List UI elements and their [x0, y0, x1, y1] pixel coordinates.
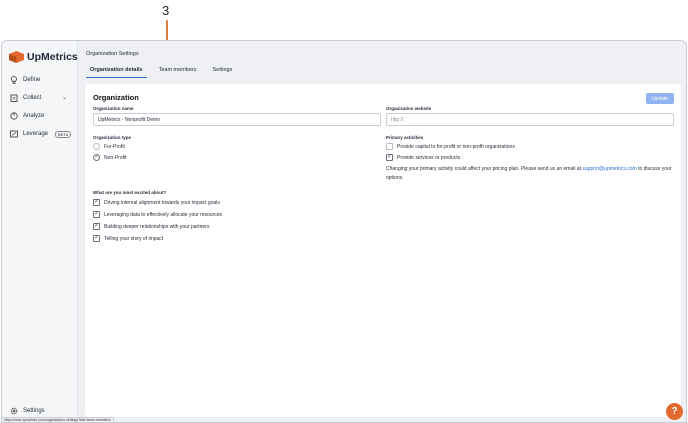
option-label: Provide services or products	[397, 154, 461, 161]
page-title: Organization Settings	[86, 51, 139, 57]
for-profit-option[interactable]: For-Profit	[93, 143, 125, 150]
checkbox-checked[interactable]: ✓	[93, 211, 100, 218]
activity-services-option[interactable]: ✓ Provide services or products	[386, 154, 460, 161]
gear-icon	[10, 407, 18, 415]
activity-capital-option[interactable]: Provide capital to for-profit or non-pro…	[386, 143, 515, 150]
help-button[interactable]: ?	[666, 403, 683, 420]
support-email-link[interactable]: support@upmetrics.com	[582, 166, 636, 172]
sidebar-item-define[interactable]: Define	[10, 76, 40, 84]
main-content: Organization Settings Organization detai…	[79, 41, 686, 422]
option-label: Telling your story of impact	[104, 235, 164, 242]
checkbox-checked[interactable]: ✓	[93, 199, 100, 206]
tab-bar: Organization details Team members Settin…	[86, 67, 244, 78]
checkbox-checked[interactable]: ✓	[386, 154, 393, 161]
tab-team-members[interactable]: Team members	[155, 67, 201, 78]
note-text: Changing your primary activity could aff…	[386, 166, 582, 172]
organization-card: Organization Update Organization name Up…	[85, 84, 681, 417]
checkbox-checked[interactable]: ✓	[93, 235, 100, 242]
update-button[interactable]: Update	[646, 93, 674, 104]
tab-settings[interactable]: Settings	[208, 67, 236, 78]
excited-option[interactable]: ✓ Leveraging data to effectively allocat…	[93, 211, 222, 218]
org-type-label: Organization type	[93, 135, 132, 140]
sidebar-item-collect[interactable]: Collect	[10, 94, 41, 102]
excited-option[interactable]: ✓ Telling your story of impact	[93, 235, 163, 242]
analyze-icon	[10, 112, 18, 120]
org-name-label: Organization name	[93, 106, 134, 111]
org-website-label: Organization website	[386, 106, 432, 111]
step-number-annotation: 3	[162, 3, 170, 18]
pricing-note: Changing your primary activity could aff…	[386, 165, 676, 183]
excited-option[interactable]: ✓ Building deeper relationships with you…	[93, 223, 209, 230]
sidebar-item-analyze[interactable]: Analyze	[10, 112, 44, 120]
sidebar-item-label: Analyze	[23, 113, 45, 119]
logo-text: UpMetrics	[27, 51, 78, 63]
option-label: Non-Profit	[104, 154, 127, 161]
radio-checked[interactable]: ✓	[93, 154, 100, 161]
org-website-input[interactable]: http://	[386, 113, 674, 126]
upmetrics-logo-icon	[9, 51, 24, 63]
sidebar-item-label: Collect	[23, 95, 42, 101]
tab-organization-details[interactable]: Organization details	[86, 67, 147, 78]
lightbulb-icon	[11, 76, 17, 84]
clipboard-icon	[10, 94, 18, 102]
sidebar-item-label: Settings	[23, 408, 45, 414]
excited-label: What are you most excited about?	[93, 190, 167, 195]
checkbox-unchecked[interactable]	[386, 143, 393, 150]
option-label: For-Profit	[104, 143, 125, 150]
chevron-down-icon[interactable]: ⌄	[62, 94, 67, 101]
sidebar-item-settings[interactable]: Settings	[10, 407, 45, 415]
card-title: Organization	[93, 93, 139, 102]
leverage-icon	[10, 130, 18, 138]
logo[interactable]: UpMetrics	[9, 51, 78, 63]
option-label: Driving internal alignment towards your …	[104, 199, 220, 206]
option-label: Leveraging data to effectively allocate …	[104, 211, 223, 218]
checkbox-checked[interactable]: ✓	[93, 223, 100, 230]
primary-activities-label: Primary activities	[386, 135, 424, 140]
sidebar-item-leverage[interactable]: Leverage BETA	[10, 130, 72, 138]
excited-option[interactable]: ✓ Driving internal alignment towards you…	[93, 199, 220, 206]
org-name-input[interactable]: UpMetrics - Nonprofit Demo	[93, 113, 381, 126]
status-bar-url: https://next.upmetrics.com/organization-…	[1, 417, 114, 423]
app-window: UpMetrics Define Collect ⌄ Analyze Lever…	[1, 40, 687, 423]
sidebar: UpMetrics Define Collect ⌄ Analyze Lever…	[2, 41, 78, 422]
option-label: Building deeper relationships with your …	[104, 223, 210, 230]
sidebar-item-label: Leverage	[23, 131, 49, 137]
option-label: Provide capital to for-profit or non-pro…	[397, 143, 515, 150]
non-profit-option[interactable]: ✓ Non-Profit	[93, 154, 127, 161]
radio-unchecked[interactable]	[93, 143, 100, 150]
sidebar-item-label: Define	[23, 77, 41, 83]
beta-badge: BETA	[55, 130, 72, 138]
